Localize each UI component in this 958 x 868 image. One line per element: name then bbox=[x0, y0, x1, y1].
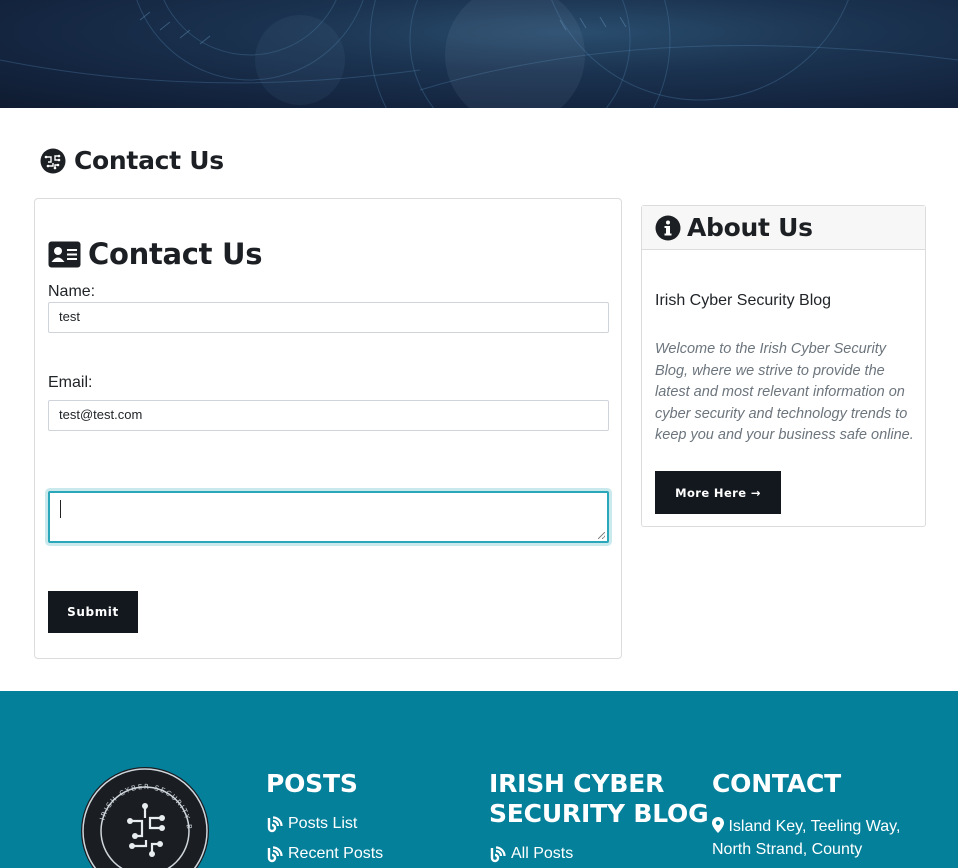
more-here-button[interactable]: More Here → bbox=[655, 471, 781, 514]
hero-banner bbox=[0, 0, 958, 108]
footer-blog-heading-line1: IRISH CYBER bbox=[489, 769, 665, 798]
address-card-icon bbox=[48, 241, 81, 267]
footer-posts-heading: POSTS bbox=[266, 769, 358, 798]
footer-blog-heading: IRISH CYBER SECURITY BLOG bbox=[489, 769, 709, 829]
info-circle-icon bbox=[655, 215, 681, 240]
name-label: Name: bbox=[48, 283, 96, 300]
brain-circuit-icon bbox=[40, 148, 66, 173]
footer-address-line1: Island Key, Teeling Way, bbox=[728, 818, 901, 835]
footer-link-label: Posts List bbox=[288, 815, 358, 832]
about-card: About Us Irish Cyber Security Blog Welco… bbox=[641, 205, 926, 527]
footer-address: Island Key, Teeling Way, North Strand, C… bbox=[712, 815, 912, 861]
contact-form-heading: Contact Us bbox=[48, 237, 263, 271]
text-caret bbox=[60, 500, 61, 518]
resize-handle[interactable] bbox=[598, 532, 605, 539]
site-logo[interactable]: IRISH CYBER SECURITY BLOG bbox=[80, 766, 210, 868]
message-textarea[interactable] bbox=[48, 491, 609, 543]
blog-rss-icon bbox=[490, 845, 506, 862]
footer-blog-column: IRISH CYBER SECURITY BLOG All Posts bbox=[489, 769, 709, 868]
footer: IRISH CYBER SECURITY BLOG POSTS Posts Li… bbox=[0, 691, 958, 868]
contact-form-heading-text: Contact Us bbox=[88, 237, 263, 271]
footer-link-label: All Posts bbox=[511, 845, 574, 862]
footer-contact-column: CONTACT Island Key, Teeling Way, North S… bbox=[712, 769, 912, 861]
footer-link-all-posts[interactable]: All Posts bbox=[489, 839, 708, 868]
name-input[interactable]: test bbox=[48, 302, 609, 333]
blog-rss-icon bbox=[267, 845, 283, 862]
hero-tech-pattern bbox=[0, 0, 958, 108]
about-subtitle: Irish Cyber Security Blog bbox=[655, 292, 832, 309]
footer-link-posts-list[interactable]: Posts List bbox=[266, 809, 383, 839]
footer-blog-heading-line2: SECURITY BLOG bbox=[489, 799, 709, 828]
about-description: Welcome to the Irish Cyber Security Blog… bbox=[655, 341, 914, 444]
about-heading: About Us bbox=[687, 213, 813, 242]
email-label: Email: bbox=[48, 374, 93, 391]
email-input[interactable]: test@test.com bbox=[48, 400, 609, 431]
footer-address-line2: North Strand, County bbox=[712, 841, 863, 858]
page-title: Contact Us bbox=[40, 146, 224, 175]
blog-rss-icon bbox=[267, 815, 283, 832]
footer-link-recent-posts[interactable]: Recent Posts bbox=[266, 839, 383, 868]
submit-button[interactable]: Submit bbox=[48, 591, 138, 633]
footer-link-label: Recent Posts bbox=[288, 845, 384, 862]
page-title-text: Contact Us bbox=[74, 146, 224, 175]
footer-contact-heading: CONTACT bbox=[712, 769, 841, 798]
contact-form-card: Contact Us Name: test Email: test@test.c… bbox=[34, 198, 622, 659]
map-marker-icon bbox=[712, 817, 724, 833]
about-card-header: About Us bbox=[642, 206, 925, 250]
footer-posts-column: POSTS Posts List Recent Posts bbox=[266, 769, 383, 868]
